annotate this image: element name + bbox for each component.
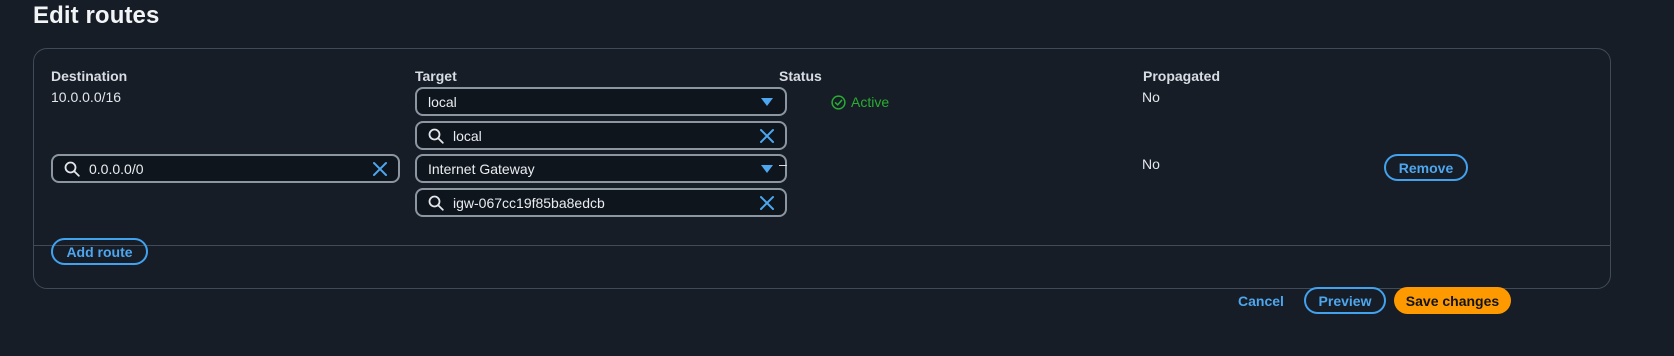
route-1-propagated: No: [1142, 89, 1160, 105]
page-title: Edit routes: [33, 2, 160, 29]
column-header-propagated: Propagated: [1143, 68, 1221, 84]
search-icon: [428, 195, 444, 211]
check-circle-icon: [831, 94, 846, 110]
cancel-button[interactable]: Cancel: [1238, 293, 1284, 309]
route-1-target-search-input[interactable]: local: [415, 121, 787, 150]
route-2-target-select[interactable]: Internet Gateway: [415, 154, 787, 183]
route-1-target-select[interactable]: local: [415, 87, 787, 116]
column-header-destination: Destination: [51, 68, 128, 84]
column-header-target: Target: [415, 68, 457, 84]
route-2-destination-value: 0.0.0.0/0: [89, 161, 144, 177]
edit-routes-page: Edit routes Destination Target Status Pr…: [0, 0, 1674, 356]
caret-down-icon: [761, 98, 773, 106]
route-2-target-select-value: Internet Gateway: [428, 160, 535, 177]
route-1-destination: 10.0.0.0/16: [51, 89, 122, 105]
route-1-target-select-value: local: [428, 93, 457, 110]
preview-button[interactable]: Preview: [1304, 287, 1386, 314]
route-2-status: –: [779, 156, 787, 172]
add-route-button[interactable]: Add route: [51, 238, 148, 265]
close-icon[interactable]: [759, 195, 775, 211]
route-1-status-label: Active: [851, 94, 890, 110]
route-2-propagated: No: [1142, 156, 1160, 172]
close-icon[interactable]: [759, 128, 775, 144]
search-icon: [64, 161, 80, 177]
caret-down-icon: [761, 165, 773, 173]
panel-divider: [34, 245, 1610, 246]
search-icon: [428, 128, 444, 144]
save-changes-button[interactable]: Save changes: [1394, 287, 1511, 314]
route-2-target-search-value: igw-067cc19f85ba8edcb: [453, 195, 605, 211]
route-2-target-search-input[interactable]: igw-067cc19f85ba8edcb: [415, 188, 787, 217]
route-1-target-search-value: local: [453, 128, 482, 144]
route-1-status: Active: [831, 94, 889, 110]
route-2-destination-input[interactable]: 0.0.0.0/0: [51, 154, 400, 183]
close-icon[interactable]: [372, 161, 388, 177]
remove-route-button[interactable]: Remove: [1384, 154, 1468, 181]
column-header-status: Status: [779, 68, 822, 84]
